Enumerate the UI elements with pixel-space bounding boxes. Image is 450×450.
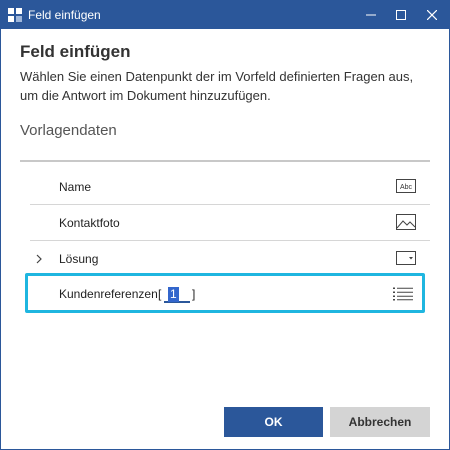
section-title: Vorlagendaten: [20, 122, 117, 139]
text-field-icon: Abc: [396, 179, 416, 193]
field-label: Name: [59, 180, 92, 194]
index-bracket-open: [: [158, 287, 162, 301]
image-icon: [396, 214, 416, 230]
app-icon: [8, 8, 22, 22]
maximize-button[interactable]: [386, 1, 416, 29]
cancel-button[interactable]: Abbrechen: [330, 407, 430, 437]
field-row-name[interactable]: Name Abc: [30, 169, 430, 205]
text-field-icon-label: Abc: [400, 184, 413, 191]
dialog-description: Wählen Sie einen Datenpunkt der im Vorfe…: [20, 69, 414, 103]
minimize-button[interactable]: [356, 1, 386, 29]
dropdown-field-icon: [396, 251, 416, 265]
field-label: Kontaktfoto: [59, 216, 120, 230]
section-divider: [20, 160, 430, 162]
field-row-loesung[interactable]: Lösung: [30, 241, 430, 277]
dialog-window: Feld einfügen Feld einfügen Wählen Sie e…: [0, 0, 450, 450]
chevron-right-icon[interactable]: [35, 254, 43, 264]
close-button[interactable]: [417, 1, 447, 29]
dialog-heading: Feld einfügen: [20, 42, 131, 61]
field-label: Kundenreferenzen: [59, 287, 158, 301]
window-title: Feld einfügen: [28, 8, 101, 22]
list-icon: [393, 287, 413, 301]
ok-button[interactable]: OK: [224, 407, 323, 437]
close-icon: [427, 10, 437, 20]
field-row-kontaktfoto[interactable]: Kontaktfoto: [30, 205, 430, 241]
field-row-kundenreferenzen[interactable]: Kundenreferenzen [ 1 ]: [25, 273, 425, 313]
maximize-icon: [396, 10, 406, 20]
index-bracket-close: ]: [192, 287, 196, 301]
index-value-selected: 1: [168, 287, 179, 302]
minimize-icon: [366, 14, 376, 16]
field-label: Lösung: [59, 252, 99, 266]
title-bar[interactable]: Feld einfügen: [1, 1, 449, 29]
